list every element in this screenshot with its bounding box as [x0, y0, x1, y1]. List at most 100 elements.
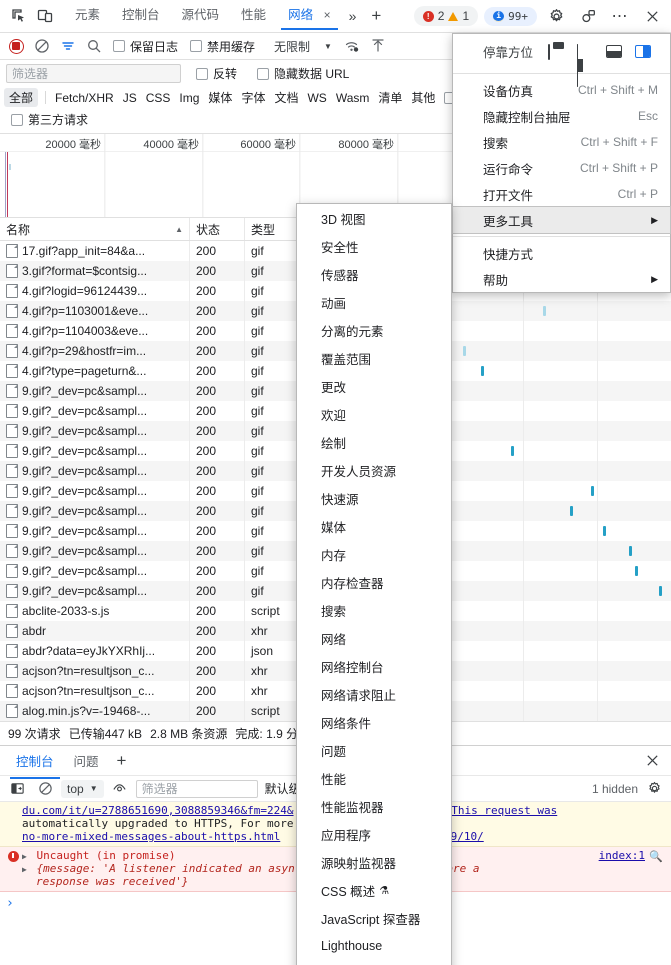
tab-performance[interactable]: 性能	[230, 3, 277, 29]
message-url[interactable]: du.com/it/u=2788651690,3088859346&fm=224…	[22, 804, 294, 817]
menu-item-open-file[interactable]: 打开文件 Ctrl + P	[453, 181, 670, 207]
filter-type-manifest[interactable]: 清单	[378, 89, 402, 106]
submenu-item-0[interactable]: 3D 视图	[297, 204, 451, 232]
preserve-log-checkbox[interactable]: 保留日志	[108, 38, 183, 55]
submenu-item-25[interactable]: JavaScript 探查器	[297, 904, 451, 932]
submenu-item-20[interactable]: 性能	[297, 764, 451, 792]
submenu-item-18[interactable]: 网络条件	[297, 708, 451, 736]
tab-sources[interactable]: 源代码	[171, 3, 231, 29]
gear-icon[interactable]	[543, 3, 569, 29]
submenu-item-22[interactable]: 应用程序	[297, 820, 451, 848]
close-devtools-icon[interactable]	[639, 3, 665, 29]
ellipsis-icon[interactable]: ⋯	[607, 3, 633, 29]
undock-icon[interactable]	[548, 45, 564, 58]
waterfall-bar[interactable]	[463, 346, 466, 356]
submenu-item-5[interactable]: 覆盖范围	[297, 344, 451, 372]
disable-cache-checkbox[interactable]: 禁用缓存	[185, 38, 260, 55]
dock-bottom-icon[interactable]	[606, 45, 622, 58]
waterfall-bar[interactable]	[591, 486, 594, 496]
filter-type-fetchxhr[interactable]: Fetch/XHR	[55, 91, 114, 105]
close-drawer-icon[interactable]	[639, 748, 665, 774]
submenu-item-4[interactable]: 分离的元素	[297, 316, 451, 344]
console-filter-input[interactable]: 筛选器	[136, 780, 258, 798]
submenu-item-14[interactable]: 搜索	[297, 596, 451, 624]
waterfall-bar[interactable]	[511, 446, 514, 456]
submenu-item-19[interactable]: 问题	[297, 736, 451, 764]
filter-type-css[interactable]: CSS	[146, 91, 171, 105]
waterfall-bar[interactable]	[481, 366, 484, 376]
live-expression-icon[interactable]	[108, 778, 132, 800]
menu-item-help[interactable]: 帮助 ▶	[453, 266, 670, 292]
tab-network[interactable]: 网络 ×	[277, 3, 342, 29]
submenu-item-17[interactable]: 网络请求阻止	[297, 680, 451, 708]
filter-icon[interactable]	[56, 35, 80, 57]
submenu-item-9[interactable]: 开发人员资源	[297, 456, 451, 484]
filter-type-ws[interactable]: WS	[307, 91, 326, 105]
submenu-item-11[interactable]: 媒体	[297, 512, 451, 540]
menu-item-search[interactable]: 搜索 Ctrl + Shift + F	[453, 129, 670, 155]
devices-icon[interactable]	[575, 3, 601, 29]
console-settings-gear-icon[interactable]	[642, 778, 666, 800]
close-tab-icon[interactable]: ×	[324, 8, 331, 22]
add-panel-button[interactable]: +	[363, 4, 389, 28]
filter-type-font[interactable]: 字体	[241, 89, 265, 106]
third-party-checkbox[interactable]: 第三方请求	[6, 111, 93, 128]
menu-item-run-command[interactable]: 运行命令 Ctrl + Shift + P	[453, 155, 670, 181]
submenu-item-16[interactable]: 网络控制台	[297, 652, 451, 680]
submenu-item-12[interactable]: 内存	[297, 540, 451, 568]
tab-elements[interactable]: 元素	[64, 3, 111, 29]
menu-item-more-tools[interactable]: 更多工具 ▶	[453, 207, 670, 233]
submenu-item-13[interactable]: 内存检查器	[297, 568, 451, 596]
submenu-item-23[interactable]: 源映射监视器	[297, 848, 451, 876]
network-conditions-icon[interactable]	[340, 35, 364, 57]
filter-type-wasm[interactable]: Wasm	[336, 91, 370, 105]
submenu-item-2[interactable]: 传感器	[297, 260, 451, 288]
message-link[interactable]: no-more-mixed-messages-about-https.html	[22, 830, 280, 843]
submenu-item-10[interactable]: 快速源	[297, 484, 451, 512]
waterfall-bar[interactable]	[629, 546, 632, 556]
menu-item-device-emulation[interactable]: 设备仿真 Ctrl + Shift + M	[453, 77, 670, 103]
filter-type-doc[interactable]: 文档	[274, 89, 298, 106]
import-har-icon[interactable]	[366, 35, 390, 57]
console-sidebar-icon[interactable]	[5, 778, 29, 800]
submenu-item-24[interactable]: CSS 概述⚗	[297, 876, 451, 904]
clear-console-icon[interactable]	[33, 778, 57, 800]
filter-type-media[interactable]: 媒体	[208, 89, 232, 106]
waterfall-bar[interactable]	[659, 586, 662, 596]
submenu-item-21[interactable]: 性能监视器	[297, 792, 451, 820]
drawer-tab-console[interactable]: 控制台	[6, 744, 64, 778]
filter-input[interactable]: 筛选器	[6, 64, 181, 83]
filter-type-other[interactable]: 其他	[411, 89, 435, 106]
source-reference-link[interactable]: index:1	[599, 849, 645, 862]
menu-item-shortcuts[interactable]: 快捷方式	[453, 240, 670, 266]
search-in-source-icon[interactable]: 🔍	[649, 850, 663, 862]
invert-checkbox[interactable]: 反转	[191, 65, 242, 82]
error-warning-badge[interactable]: ! 2 1	[414, 6, 478, 26]
execution-context-selector[interactable]: top ▼	[61, 780, 104, 798]
submenu-item-15[interactable]: 网络	[297, 624, 451, 652]
column-header-type[interactable]: 类型	[245, 218, 302, 240]
submenu-item-27[interactable]: WebAudio	[297, 960, 451, 965]
submenu-item-6[interactable]: 更改	[297, 372, 451, 400]
search-icon[interactable]	[82, 35, 106, 57]
waterfall-bar[interactable]	[570, 506, 573, 516]
menu-item-hide-console-drawer[interactable]: 隐藏控制台抽屉 Esc	[453, 103, 670, 129]
column-header-name[interactable]: 名称 ▲	[0, 218, 190, 240]
drawer-add-tab-button[interactable]: +	[109, 749, 135, 773]
dock-right-icon[interactable]	[635, 45, 651, 58]
filter-type-js[interactable]: JS	[123, 91, 137, 105]
submenu-item-1[interactable]: 安全性	[297, 232, 451, 260]
filter-type-all[interactable]: 全部	[4, 88, 38, 107]
message-badge[interactable]: i 99+	[484, 7, 537, 26]
waterfall-bar[interactable]	[635, 566, 638, 576]
more-tabs-icon[interactable]: »	[342, 4, 364, 28]
device-toolbar-icon[interactable]	[32, 3, 58, 29]
filter-type-img[interactable]: Img	[179, 91, 199, 105]
waterfall-bar[interactable]	[603, 526, 606, 536]
submenu-item-8[interactable]: 绘制	[297, 428, 451, 456]
waterfall-bar[interactable]	[543, 306, 546, 316]
hide-data-urls-checkbox[interactable]: 隐藏数据 URL	[252, 65, 354, 82]
submenu-item-3[interactable]: 动画	[297, 288, 451, 316]
clear-icon[interactable]	[30, 35, 54, 57]
submenu-item-26[interactable]: Lighthouse	[297, 932, 451, 960]
